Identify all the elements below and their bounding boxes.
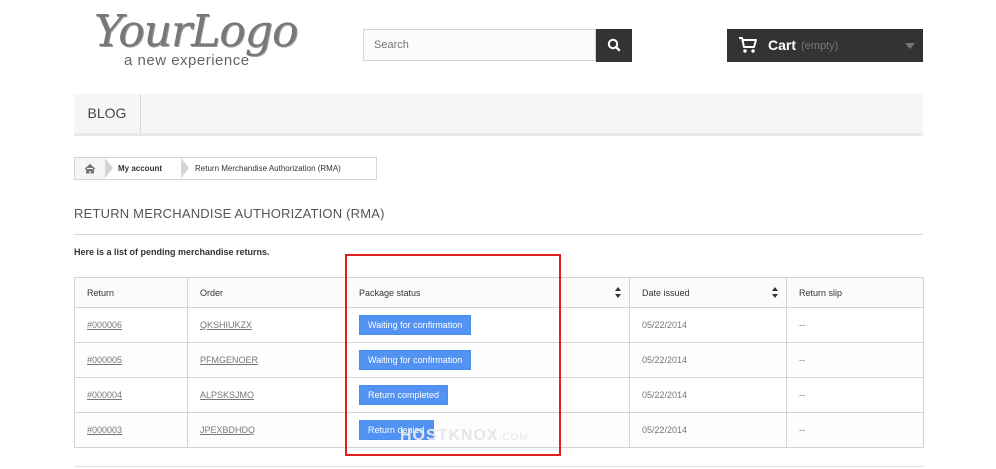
home-icon <box>84 163 96 174</box>
main-menu: BLOG <box>74 94 923 136</box>
cart-status: (empty) <box>801 40 839 52</box>
breadcrumb-current: Return Merchandise Authorization (RMA) <box>195 164 341 173</box>
search-icon <box>607 38 621 52</box>
table-row: #000004 ALPSKSJMO Return completed 05/22… <box>74 377 924 413</box>
shopping-cart-icon <box>739 37 757 53</box>
column-header-return-slip: Return slip <box>786 277 924 308</box>
logo-text: YourLogo <box>94 6 298 57</box>
date-issued: 05/22/2014 <box>629 412 787 448</box>
breadcrumb: My account Return Merchandise Authorizat… <box>74 157 377 180</box>
logo-tagline: a new experience <box>124 52 250 69</box>
search-field[interactable] <box>363 29 596 61</box>
search-input[interactable] <box>364 30 595 60</box>
date-issued: 05/22/2014 <box>629 342 787 378</box>
status-badge: Return completed <box>359 385 449 405</box>
return-slip: -- <box>786 342 924 378</box>
column-header-date-issued[interactable]: Date issued <box>629 277 787 308</box>
table-row: #000006 QKSHIUKZX Waiting for confirmati… <box>74 307 924 343</box>
intro-text: Here is a list of pending merchandise re… <box>74 247 270 257</box>
status-badge: Waiting for confirmation <box>359 315 472 335</box>
table-row: #000005 PFMGENOER Waiting for confirmati… <box>74 342 924 378</box>
chevron-down-icon <box>905 43 915 49</box>
cart-button[interactable]: Cart (empty) <box>727 29 923 62</box>
table-header-row: Return Order Package status Date issued … <box>74 277 924 308</box>
breadcrumb-separator <box>181 158 189 178</box>
divider <box>74 466 923 467</box>
return-link[interactable]: #000004 <box>87 390 122 400</box>
menu-item-blog[interactable]: BLOG <box>74 94 141 133</box>
page-title: RETURN MERCHANDISE AUTHORIZATION (RMA) <box>74 206 923 235</box>
date-issued: 05/22/2014 <box>629 377 787 413</box>
order-link[interactable]: QKSHIUKZX <box>200 320 252 330</box>
return-link[interactable]: #000006 <box>87 320 122 330</box>
watermark: HOSTKNOX.COM <box>400 427 529 444</box>
return-link[interactable]: #000005 <box>87 355 122 365</box>
date-issued: 05/22/2014 <box>629 307 787 343</box>
breadcrumb-my-account[interactable]: My account <box>118 158 162 179</box>
column-header-package-status[interactable]: Package status <box>346 277 630 308</box>
column-header-order: Order <box>187 277 347 308</box>
site-logo[interactable]: YourLogo a new experience <box>94 8 304 70</box>
order-link[interactable]: ALPSKSJMO <box>200 390 254 400</box>
search-button[interactable] <box>596 29 632 62</box>
return-slip: -- <box>786 377 924 413</box>
order-link[interactable]: JPEXBDHDQ <box>200 425 255 435</box>
status-badge: Waiting for confirmation <box>359 350 472 370</box>
breadcrumb-separator <box>105 158 113 178</box>
sort-icon[interactable] <box>772 287 778 298</box>
breadcrumb-home[interactable] <box>75 158 105 179</box>
return-slip: -- <box>786 307 924 343</box>
order-link[interactable]: PFMGENOER <box>200 355 258 365</box>
column-header-return: Return <box>74 277 188 308</box>
sort-icon[interactable] <box>615 287 621 298</box>
return-slip: -- <box>786 412 924 448</box>
return-link[interactable]: #000003 <box>87 425 122 435</box>
cart-title: Cart <box>768 37 797 53</box>
returns-table: Return Order Package status Date issued … <box>74 277 924 448</box>
